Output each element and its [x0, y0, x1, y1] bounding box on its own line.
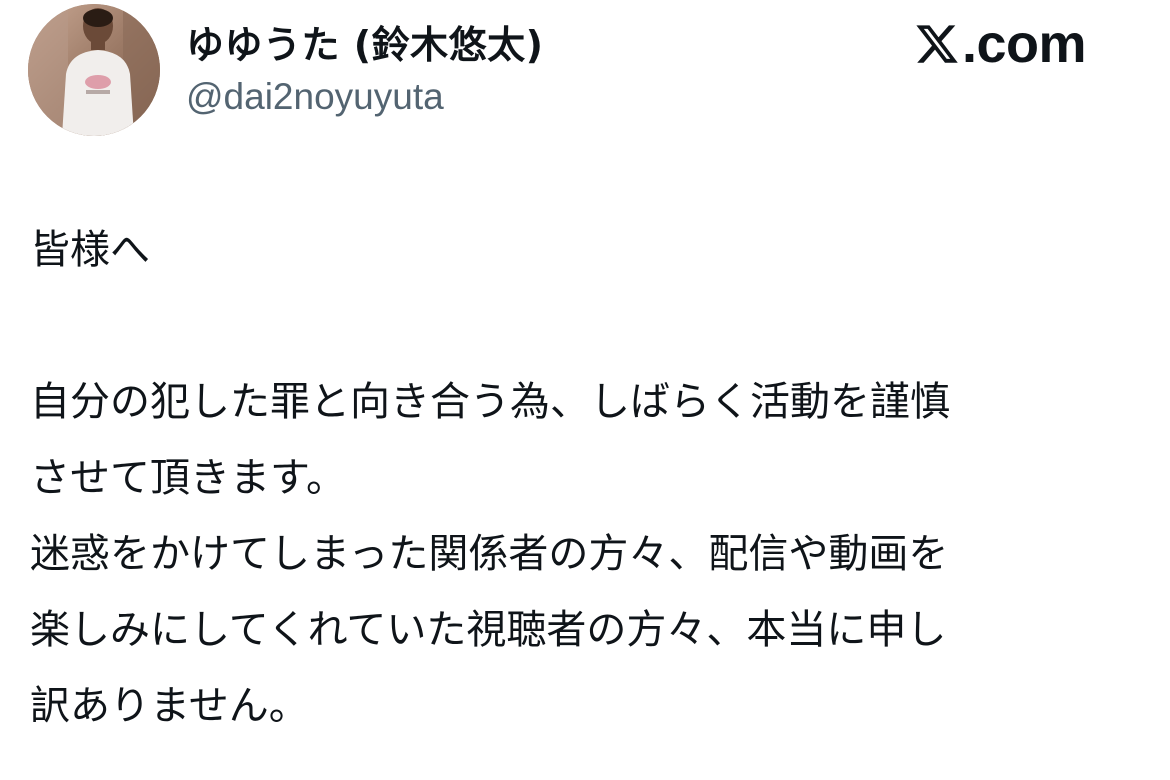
tweet-line: させて頂きます。: [30, 455, 346, 501]
tweet-line: 迷惑をかけてしまった関係者の方々、配信や動画を: [30, 531, 949, 577]
tweet-text: 皆様へ 自分の犯した罪と向き合う為、しばらく活動を謹慎 させて頂きます。 迷惑を…: [30, 212, 1150, 744]
tweet-line: 訳ありません。: [30, 683, 309, 729]
tweet-header: ゆゆうた (鈴木悠太) @dai2noyuyuta .com: [0, 0, 1170, 150]
author-avatar[interactable]: [28, 4, 160, 136]
avatar-photo-icon: [28, 4, 160, 136]
tweet-line: 自分の犯した罪と向き合う為、しばらく活動を謹慎: [30, 379, 950, 425]
x-logo-icon: [914, 21, 960, 67]
tweet-line: 楽しみにしてくれていた視聴者の方々、本当に申し: [30, 607, 947, 653]
tweet-line: 皆様へ: [30, 227, 150, 273]
author-name[interactable]: ゆゆうた (鈴木悠太): [186, 14, 543, 69]
source-brand: .com: [914, 14, 1087, 74]
brand-domain-text: .com: [962, 14, 1087, 74]
author-handle[interactable]: @dai2noyuyuta: [186, 76, 444, 118]
